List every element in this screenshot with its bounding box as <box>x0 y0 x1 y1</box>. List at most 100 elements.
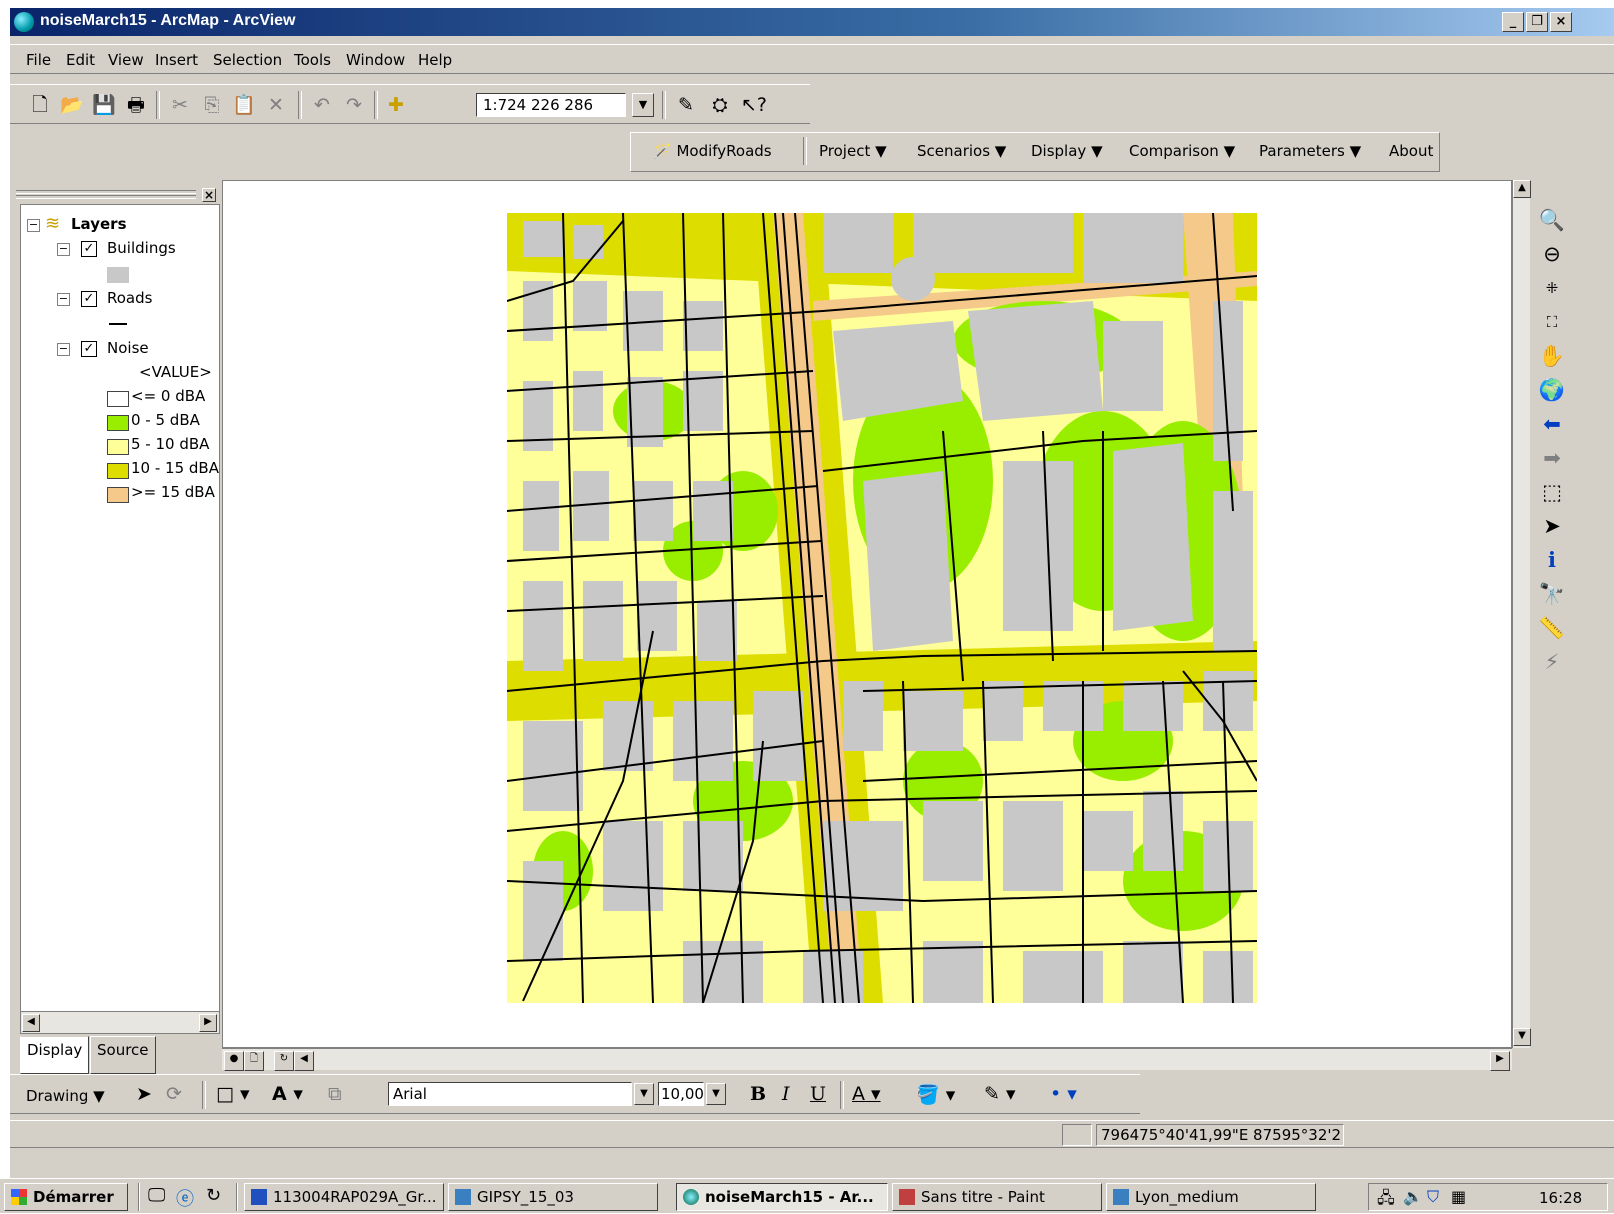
select-arrow-icon[interactable]: ➤ <box>136 1083 152 1105</box>
menu-window[interactable]: Window <box>346 51 405 69</box>
start-button[interactable]: Démarrer <box>4 1183 128 1211</box>
font-color-icon[interactable]: A ▾ <box>852 1083 881 1105</box>
menu-view[interactable]: View <box>108 51 144 69</box>
quicklaunch-icon[interactable]: ↻ <box>206 1185 221 1206</box>
pan-hand-icon[interactable]: ✋ <box>1538 342 1566 370</box>
collapse-icon[interactable]: − <box>57 343 70 356</box>
full-extent-globe-icon[interactable]: 🌍 <box>1538 376 1566 404</box>
menu-file[interactable]: File <box>26 51 51 69</box>
network-icon[interactable]: 🖧 <box>1377 1187 1395 1214</box>
fixed-zoom-out-icon[interactable]: ⛶ <box>1538 308 1566 336</box>
hyperlink-icon[interactable]: ⚡ <box>1538 648 1566 676</box>
forward-arrow-icon[interactable]: ➡ <box>1538 444 1566 472</box>
tab-display[interactable]: Display <box>20 1036 90 1074</box>
line-color-icon[interactable]: ✎ ▾ <box>984 1083 1016 1105</box>
data-view-globe-icon[interactable]: ● <box>224 1051 244 1071</box>
arctoolbox-icon[interactable]: ⛭ <box>706 91 734 119</box>
antivirus-shield-icon[interactable]: ⛉ <box>1427 1187 1439 1207</box>
tab-source[interactable]: Source <box>90 1036 156 1074</box>
chevron-down-icon[interactable]: ▼ <box>632 93 654 117</box>
menu-display[interactable]: Display ▼ <box>1031 142 1103 160</box>
font-size-input[interactable]: 10,00 <box>658 1082 704 1106</box>
scroll-down-icon[interactable]: ▼ <box>1513 1028 1531 1046</box>
menu-scenarios[interactable]: Scenarios ▼ <box>917 142 1006 160</box>
data-frame-label[interactable]: Layers <box>71 215 127 233</box>
internet-explorer-icon[interactable]: ⓔ <box>176 1185 194 1211</box>
title-bar[interactable]: noiseMarch15 - ArcMap - ArcView _ ❐ × <box>10 8 1614 36</box>
paste-icon[interactable]: 📋 <box>230 91 258 119</box>
minimize-button[interactable]: _ <box>1502 12 1524 32</box>
text-tool-icon[interactable]: A ▾ <box>272 1083 303 1105</box>
menu-edit[interactable]: Edit <box>66 51 95 69</box>
show-desktop-icon[interactable]: 🖵 <box>148 1185 165 1206</box>
volume-icon[interactable]: 🔈 <box>1403 1187 1423 1206</box>
copy-icon[interactable]: ⎘ <box>198 91 226 119</box>
menu-selection[interactable]: Selection <box>213 51 282 69</box>
drawing-menu[interactable]: Drawing ▼ <box>26 1087 105 1105</box>
collapse-icon[interactable]: − <box>27 219 40 232</box>
menu-insert[interactable]: Insert <box>155 51 198 69</box>
map-vertical-scrollbar[interactable]: ▲ ▼ <box>1512 180 1531 1048</box>
layout-view-icon[interactable]: 🗋 <box>244 1051 264 1071</box>
font-name-input[interactable]: Arial <box>388 1082 632 1106</box>
undo-icon[interactable]: ↶ <box>308 91 336 119</box>
taskbar-item-word[interactable]: 113004RAP029A_Gr... <box>244 1183 444 1211</box>
delete-icon[interactable]: ✕ <box>262 91 290 119</box>
redo-icon[interactable]: ↷ <box>340 91 368 119</box>
cut-icon[interactable]: ✂ <box>166 91 194 119</box>
taskbar-item-paint[interactable]: Sans titre - Paint <box>892 1183 1102 1211</box>
layer-name[interactable]: Roads <box>107 289 152 307</box>
underline-icon[interactable]: U <box>810 1083 826 1105</box>
bold-icon[interactable]: B <box>750 1083 766 1105</box>
layer-name[interactable]: Buildings <box>107 239 176 257</box>
measure-icon[interactable]: 📏 <box>1538 614 1566 642</box>
menu-parameters[interactable]: Parameters ▼ <box>1259 142 1361 160</box>
italic-icon[interactable]: I <box>782 1083 790 1105</box>
fill-color-icon[interactable]: 🪣 ▾ <box>916 1083 955 1106</box>
map-scale-input[interactable]: 1:724 226 286 <box>476 93 626 117</box>
close-icon[interactable]: × <box>202 188 216 202</box>
refresh-icon[interactable]: ↻ <box>274 1051 294 1071</box>
new-document-icon[interactable]: 🗋 <box>26 91 54 119</box>
collapse-icon[interactable]: − <box>57 293 70 306</box>
chevron-down-icon[interactable]: ▼ <box>706 1083 726 1105</box>
menu-help[interactable]: Help <box>418 51 452 69</box>
zoom-out-icon[interactable]: ⊖ <box>1538 240 1566 268</box>
taskbar-item-lyon[interactable]: Lyon_medium <box>1106 1183 1316 1211</box>
back-arrow-icon[interactable]: ⬅ <box>1538 410 1566 438</box>
whats-this-icon[interactable]: ↖? <box>740 91 768 119</box>
rotate-icon[interactable]: ⟳ <box>166 1083 182 1105</box>
layer-name[interactable]: Noise <box>107 339 149 357</box>
add-data-icon[interactable]: ✚ <box>382 91 410 119</box>
layer-checkbox[interactable]: ✓ <box>81 291 97 307</box>
toc-title-bar[interactable]: × <box>10 188 230 204</box>
layer-checkbox[interactable]: ✓ <box>81 241 97 257</box>
map-view[interactable] <box>222 180 1512 1048</box>
about-button[interactable]: About <box>1389 142 1433 160</box>
scroll-right-icon[interactable]: ▶ <box>1490 1051 1510 1071</box>
close-button[interactable]: × <box>1550 12 1572 32</box>
scroll-left-icon[interactable]: ◀ <box>294 1051 314 1071</box>
menu-comparison[interactable]: Comparison ▼ <box>1129 142 1235 160</box>
toc-horizontal-scrollbar[interactable]: ◀ ▶ <box>21 1011 219 1033</box>
select-elements-arrow-icon[interactable]: ➤ <box>1538 512 1566 540</box>
taskbar-item-gipsy[interactable]: GIPSY_15_03 <box>448 1183 658 1211</box>
edit-vertices-icon[interactable]: ⧉ <box>328 1083 342 1105</box>
select-features-icon[interactable]: ⬚ <box>1538 478 1566 506</box>
menu-project[interactable]: Project ▼ <box>819 142 887 160</box>
open-folder-icon[interactable]: 📂 <box>58 91 86 119</box>
collapse-icon[interactable]: − <box>57 243 70 256</box>
print-icon[interactable]: 🖶 <box>122 91 150 119</box>
save-icon[interactable]: 💾 <box>90 91 118 119</box>
scroll-left-icon[interactable]: ◀ <box>22 1014 40 1032</box>
language-icon[interactable]: ▦ <box>1451 1187 1466 1206</box>
chevron-down-icon[interactable]: ▼ <box>634 1083 654 1105</box>
scroll-up-icon[interactable]: ▲ <box>1513 180 1531 198</box>
maximize-button[interactable]: ❐ <box>1526 12 1548 32</box>
editor-toolbar-icon[interactable]: ✎ <box>672 91 700 119</box>
layer-checkbox[interactable]: ✓ <box>81 341 97 357</box>
scroll-right-icon[interactable]: ▶ <box>199 1014 217 1032</box>
menu-tools[interactable]: Tools <box>294 51 331 69</box>
find-binoculars-icon[interactable]: 🔭 <box>1538 580 1566 608</box>
rectangle-icon[interactable]: □ ▾ <box>216 1083 250 1105</box>
